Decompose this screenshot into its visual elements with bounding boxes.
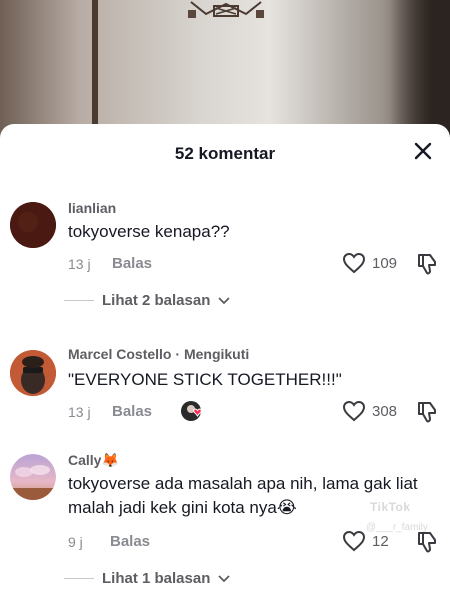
avatar[interactable] — [10, 202, 56, 248]
dislike-button[interactable] — [416, 400, 438, 429]
chevron-down-icon — [218, 296, 231, 304]
comment-author[interactable]: Cally🦊 — [68, 452, 119, 469]
avatar-image — [10, 454, 56, 500]
view-replies-button[interactable]: Lihat 2 balasan — [64, 292, 231, 309]
author-emoji: 🦊 — [101, 452, 119, 468]
comment-time: 13 j — [68, 256, 91, 272]
close-icon — [414, 142, 432, 160]
avatar[interactable] — [10, 350, 56, 396]
like-button[interactable]: 308 — [342, 400, 397, 422]
avatar[interactable] — [10, 454, 56, 500]
like-count: 109 — [372, 254, 398, 272]
following-label: Mengikuti — [183, 346, 250, 362]
video-pillar — [92, 0, 98, 140]
heart-icon — [342, 400, 366, 422]
author-name: lianlian — [68, 200, 117, 216]
tiktok-watermark: TikTok — [370, 500, 411, 514]
like-count: 308 — [372, 402, 398, 420]
dislike-button[interactable] — [416, 530, 438, 559]
creator-liked-badge-icon — [180, 400, 206, 422]
close-button[interactable] — [408, 136, 438, 166]
view-replies-button[interactable]: Lihat 1 balasan — [64, 570, 231, 587]
comment-author[interactable]: lianlian — [68, 200, 116, 216]
view-replies-label: Lihat 2 balasan — [102, 292, 211, 309]
video-background — [0, 0, 450, 140]
comment-author[interactable]: Marcel Costello · Mengikuti — [68, 346, 249, 362]
like-count: 12 — [372, 532, 389, 550]
comment-time: 13 j — [68, 404, 91, 420]
chevron-down-icon — [218, 574, 231, 582]
replies-divider — [64, 578, 94, 579]
author-name: Marcel Costello — [68, 346, 172, 362]
author-name: Cally — [68, 452, 102, 468]
heart-icon — [342, 252, 366, 274]
avatar-image — [10, 202, 56, 248]
comment-count-title: 52 komentar — [174, 144, 276, 163]
replies-divider — [64, 300, 94, 301]
dislike-button[interactable] — [416, 252, 438, 281]
ceiling-ornament — [188, 1, 264, 18]
avatar-image — [10, 350, 56, 396]
sheet-header: 52 komentar — [0, 124, 450, 180]
like-button[interactable]: 109 — [342, 252, 397, 274]
tiktok-watermark-handle: @___r_family — [366, 522, 428, 533]
heart-icon — [342, 530, 366, 552]
view-replies-label: Lihat 1 balasan — [102, 570, 211, 587]
reply-button[interactable]: Balas — [112, 255, 152, 272]
comment-item: Marcel Costello · Mengikuti "EVERYONE ST… — [0, 342, 450, 452]
comment-time: 9 j — [68, 534, 83, 550]
like-button[interactable]: 12 — [342, 530, 389, 552]
comment-item: lianlian tokyoverse kenapa?? 13 j Balas … — [0, 194, 450, 364]
comment-text: tokyoverse kenapa?? — [68, 222, 230, 241]
thumbs-down-icon — [418, 532, 436, 553]
reply-button[interactable]: Balas — [112, 403, 152, 420]
thumbs-down-icon — [418, 402, 436, 423]
thumbs-down-icon — [418, 254, 436, 275]
comment-text: "EVERYONE STICK TOGETHER!!!" — [68, 370, 342, 389]
reply-button[interactable]: Balas — [110, 533, 150, 550]
video-drape — [390, 0, 450, 140]
